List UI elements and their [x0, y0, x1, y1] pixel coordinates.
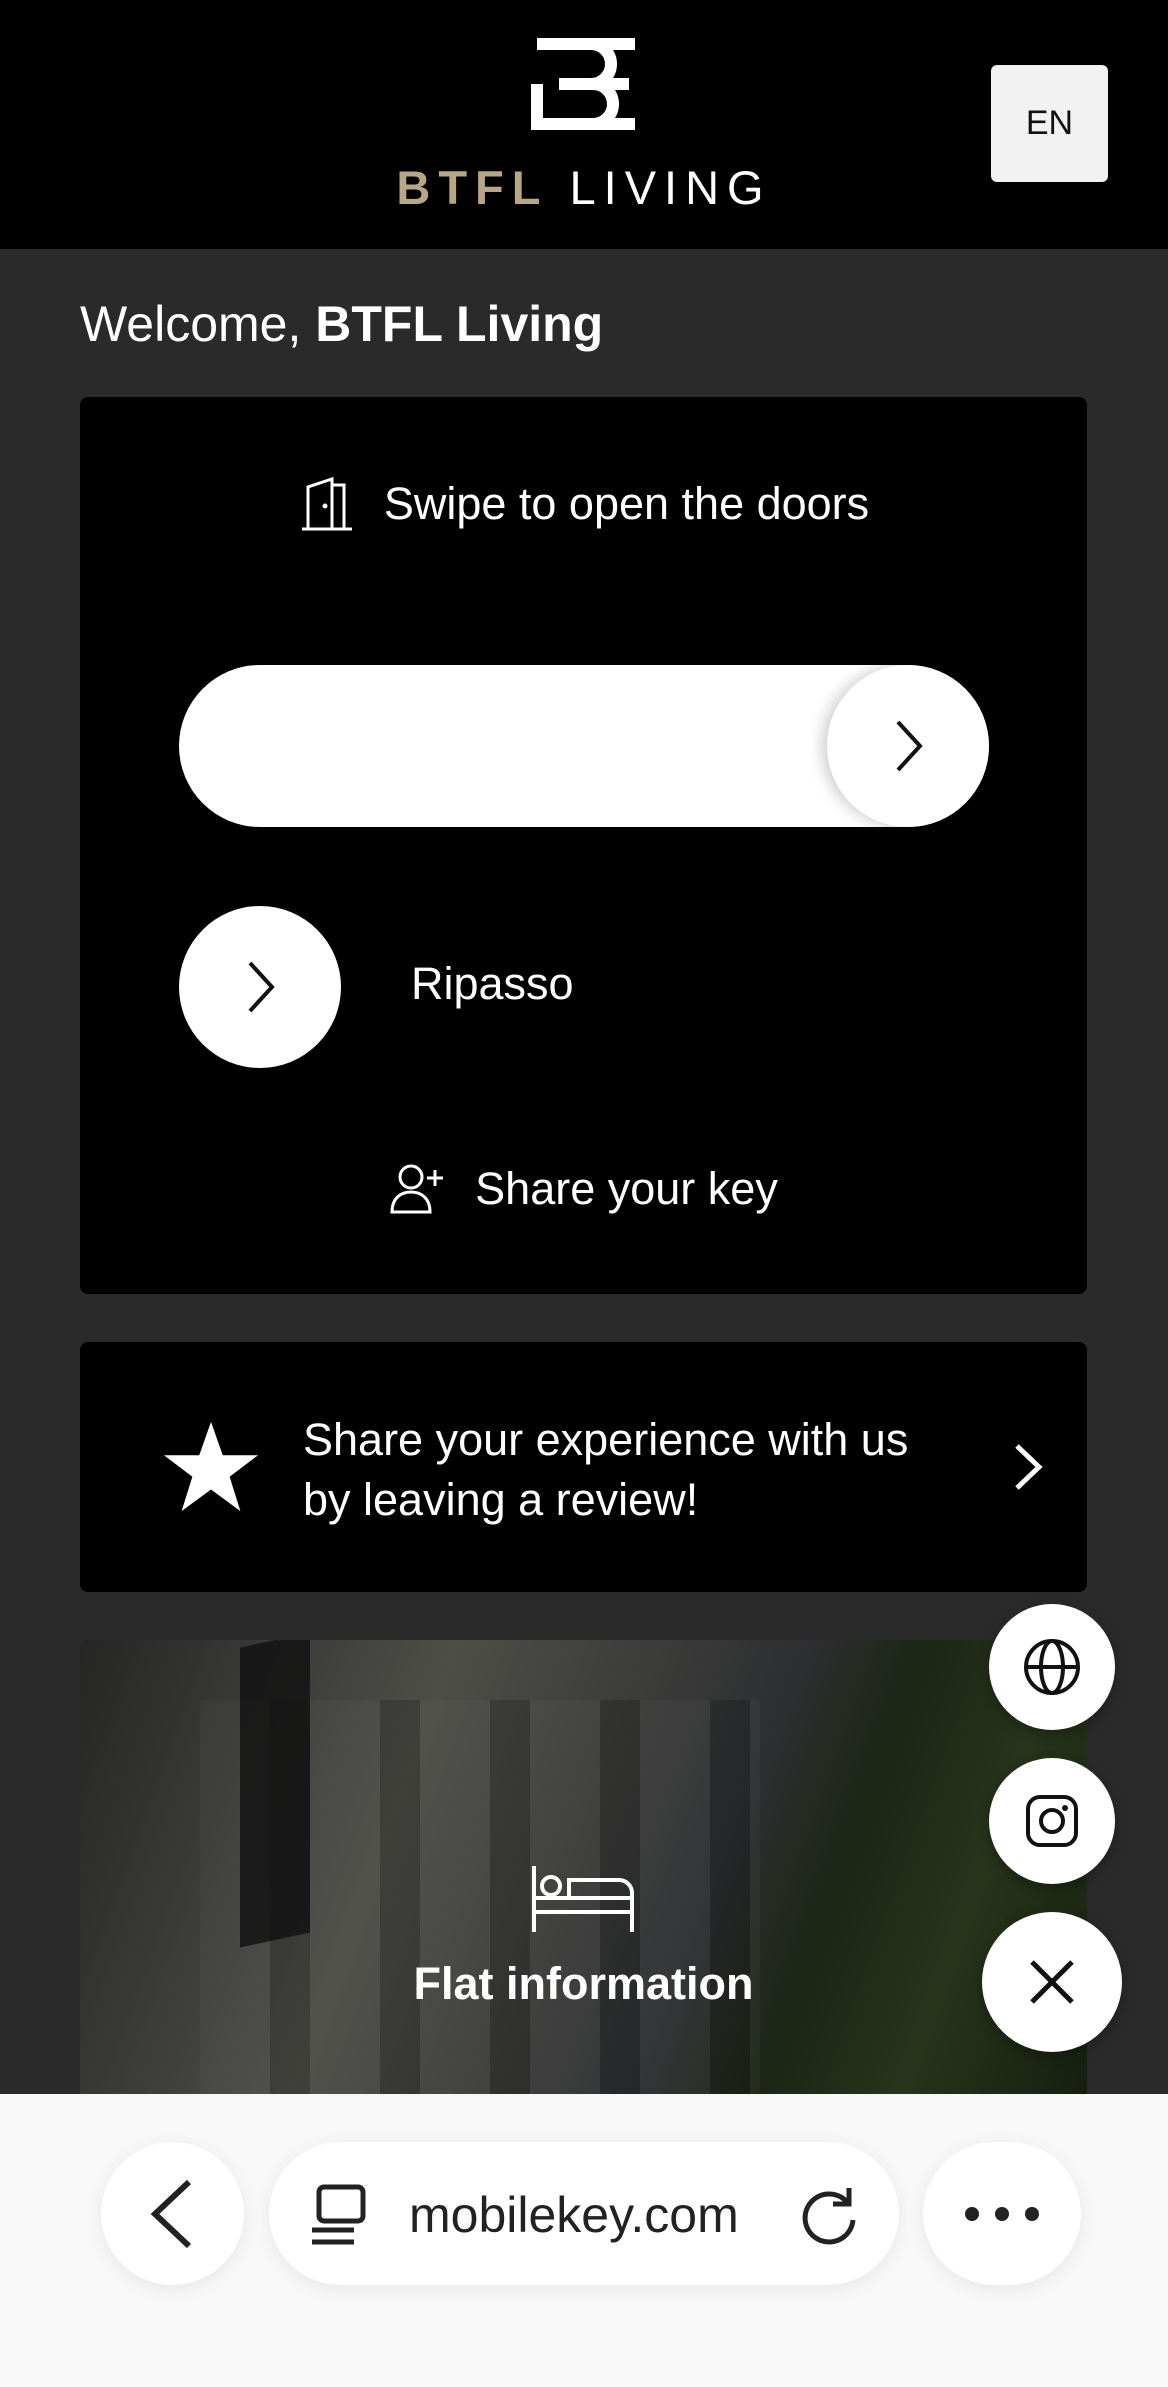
website-button[interactable] — [989, 1604, 1115, 1730]
language-button[interactable]: EN — [991, 65, 1108, 182]
review-card-text: Share your experience with us by leaving… — [303, 1414, 909, 1525]
share-key-label: Share your key — [475, 1163, 778, 1214]
reload-icon[interactable] — [797, 2182, 861, 2248]
door-name: Ripasso — [411, 958, 574, 1009]
door-card-title-text: Swipe to open the doors — [383, 478, 870, 529]
brand-name-part2: LIVING — [569, 161, 772, 214]
instagram-button[interactable] — [989, 1758, 1115, 1884]
url-text: mobilekey.com — [409, 2187, 739, 2243]
chevron-right-icon — [1015, 1444, 1043, 1490]
door-item[interactable]: Ripasso — [179, 906, 989, 1068]
welcome-greeting: Welcome, — [80, 296, 302, 352]
globe-icon — [1024, 1639, 1080, 1695]
chevron-left-icon — [150, 2179, 191, 2248]
close-menu-button[interactable] — [982, 1912, 1122, 2052]
star-icon — [163, 1421, 259, 1512]
btfl-logo-mark-icon — [531, 38, 635, 130]
door-icon — [301, 476, 352, 531]
welcome-name: BTFL Living — [315, 296, 604, 352]
more-options-button[interactable] — [923, 2142, 1081, 2285]
door-card-title: Swipe to open the doors — [80, 475, 1087, 533]
back-button[interactable] — [101, 2142, 244, 2285]
flat-information-card[interactable]: Flat information — [80, 1640, 1087, 2100]
browser-toolbar: mobilekey.com — [0, 2094, 1168, 2387]
add-user-icon — [390, 1164, 444, 1214]
bed-icon — [532, 1866, 634, 1932]
open-door-button[interactable] — [179, 906, 341, 1068]
swipe-handle[interactable] — [827, 665, 989, 827]
review-card[interactable]: Share your experience with us by leaving… — [80, 1342, 1087, 1592]
close-icon — [1030, 1960, 1074, 2004]
swipe-to-open-slider[interactable] — [179, 665, 989, 827]
chevron-right-icon — [896, 720, 923, 772]
tabs-icon — [312, 2184, 366, 2245]
instagram-icon — [1026, 1795, 1078, 1847]
brand-name-part1: BTFL — [396, 161, 549, 214]
welcome-heading: Welcome, BTFL Living — [80, 295, 603, 353]
chevron-right-icon — [248, 961, 275, 1013]
flat-information-label: Flat information — [413, 1958, 754, 2009]
share-key-button[interactable]: Share your key — [80, 1160, 1087, 1218]
app-header: BTFL LIVING EN — [0, 0, 1168, 249]
more-dots-icon — [965, 2206, 1039, 2221]
door-card: Swipe to open the doors Ripasso Share yo… — [80, 397, 1087, 1294]
address-bar[interactable]: mobilekey.com — [269, 2142, 899, 2285]
